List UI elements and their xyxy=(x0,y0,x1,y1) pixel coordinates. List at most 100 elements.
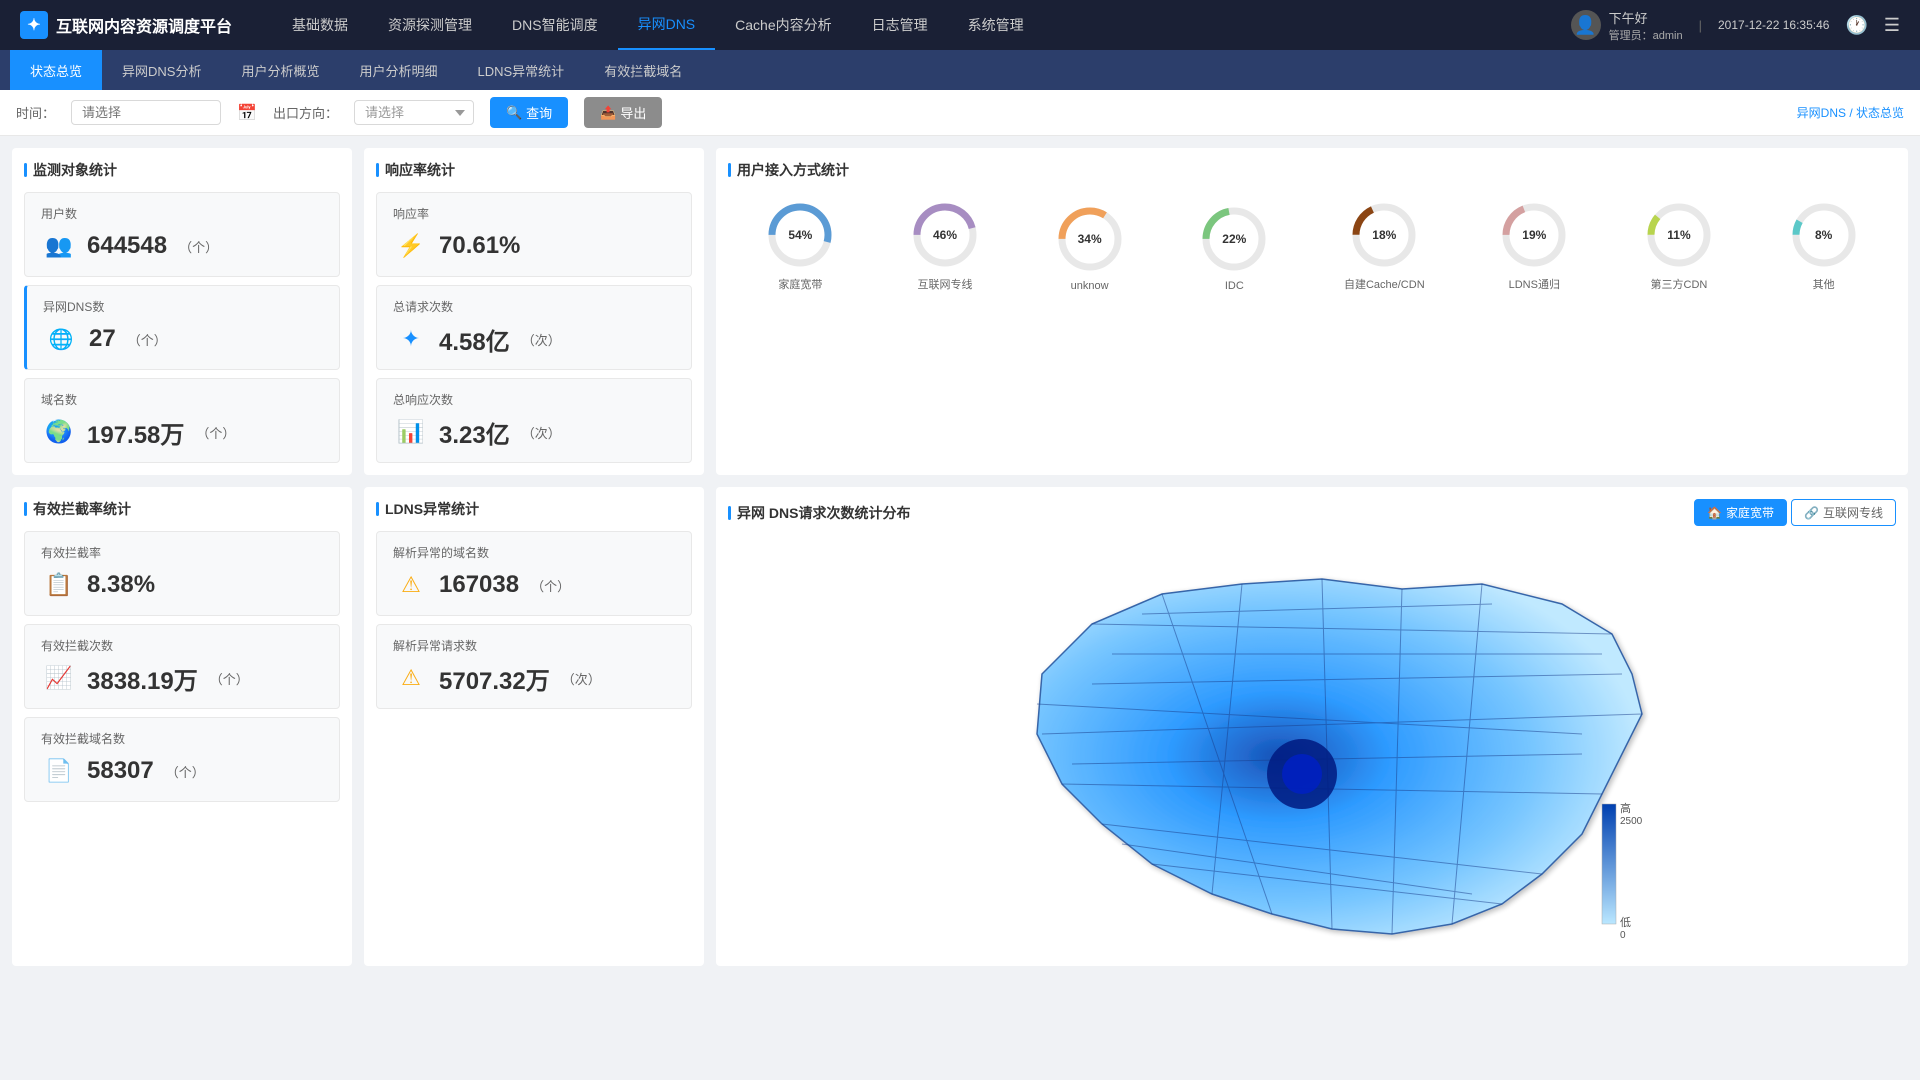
sub-navigation: 状态总览 异网DNS分析 用户分析概览 用户分析明细 LDNS异常统计 有效拦截… xyxy=(0,50,1920,90)
map-header: 异网 DNS请求次数统计分布 🏠 家庭宽带 🔗 互联网专线 xyxy=(728,499,1896,526)
stat-label-response-rate: 响应率 xyxy=(393,205,675,222)
donut-chart-7: 8% xyxy=(1789,200,1859,270)
donut-label-6: 第三方CDN xyxy=(1651,276,1708,292)
map-title: 异网 DNS请求次数统计分布 xyxy=(728,503,910,523)
donut-label-7: 其他 xyxy=(1813,276,1835,292)
stat-label-total-resp: 总响应次数 xyxy=(393,391,675,408)
block-panel: 有效拦截率统计 有效拦截率 📋 8.38% 有效拦截次数 📈 3838.19万 … xyxy=(12,487,352,966)
stat-value-total-req: 4.58亿 xyxy=(439,322,510,357)
direction-label: 出口方向： xyxy=(273,103,338,122)
donut-item-4: 18% 自建Cache/CDN xyxy=(1344,200,1425,292)
stat-card-domain: 域名数 🌍 197.58万 （个） xyxy=(24,378,340,463)
stat-value-total-resp: 3.23亿 xyxy=(439,415,510,450)
nav-item-resource[interactable]: 资源探测管理 xyxy=(368,0,492,50)
legend-high-label: 高 xyxy=(1620,801,1631,815)
legend-high-val: 2500 xyxy=(1620,816,1643,827)
stat-unit-ldns-req: （次） xyxy=(562,669,601,688)
toggle-internet-btn[interactable]: 🔗 互联网专线 xyxy=(1791,499,1896,526)
block-panel-title: 有效拦截率统计 xyxy=(24,499,340,519)
export-button[interactable]: 📤 导出 xyxy=(584,97,662,128)
donut-item-0: 54% 家庭宽带 xyxy=(765,200,835,292)
internet-icon: 🔗 xyxy=(1804,506,1819,520)
donut-percent-6: 11% xyxy=(1667,228,1690,242)
legend-low-label: 低 xyxy=(1620,916,1631,929)
user-info: 👤 下午好 管理员：admin xyxy=(1571,8,1683,43)
donut-label-1: 互联网专线 xyxy=(917,276,972,292)
stat-value-row-ldns-domain: ⚠ 167038 （个） xyxy=(393,567,675,603)
total-req-icon: ✦ xyxy=(393,321,429,357)
nav-item-basic[interactable]: 基础数据 xyxy=(272,0,368,50)
nav-right-section: 👤 下午好 管理员：admin | 2017-12-22 16:35:46 🕐 … xyxy=(1571,8,1900,43)
stat-value-block-count: 3838.19万 xyxy=(87,661,198,696)
stat-value-dns: 27 xyxy=(89,325,116,353)
nav-item-alien-dns[interactable]: 异网DNS xyxy=(618,0,716,50)
legend-low-val: 0 xyxy=(1620,930,1626,941)
subnav-status[interactable]: 状态总览 xyxy=(10,50,102,90)
map-hotspot-inner xyxy=(1282,754,1322,794)
nav-item-system[interactable]: 系统管理 xyxy=(948,0,1044,50)
donut-chart-6: 11% xyxy=(1644,200,1714,270)
stat-value-row-dns: 🌐 27 （个） xyxy=(43,321,323,357)
stat-card-total-req: 总请求次数 ✦ 4.58亿 （次） xyxy=(376,285,692,370)
app-title: 互联网内容资源调度平台 xyxy=(56,13,232,37)
nav-item-log[interactable]: 日志管理 xyxy=(852,0,948,50)
donut-label-3: IDC xyxy=(1225,280,1244,292)
block-domain-icon: 📄 xyxy=(41,753,77,789)
donut-row: 54% 家庭宽带 46% 互联网专线 34% unknow xyxy=(728,192,1896,300)
nav-item-dns-smart[interactable]: DNS智能调度 xyxy=(492,0,618,50)
toggle-home-btn[interactable]: 🏠 家庭宽带 xyxy=(1694,499,1787,526)
donut-percent-4: 18% xyxy=(1372,228,1396,242)
stat-value-response-rate: 70.61% xyxy=(439,232,520,260)
stat-unit-users: （个） xyxy=(179,237,218,256)
time-input[interactable] xyxy=(71,100,221,125)
stat-value-users: 644548 xyxy=(87,232,167,260)
clock-icon[interactable]: 🕐 xyxy=(1845,15,1867,36)
stat-label-block-count: 有效拦截次数 xyxy=(41,637,323,654)
top-navigation: ✦ 互联网内容资源调度平台 基础数据 资源探测管理 DNS智能调度 异网DNS … xyxy=(0,0,1920,50)
nav-item-cache[interactable]: Cache内容分析 xyxy=(715,0,851,50)
subnav-dns-analysis[interactable]: 异网DNS分析 xyxy=(102,50,221,90)
stat-value-block-rate: 8.38% xyxy=(87,571,155,599)
query-button[interactable]: 🔍 查询 xyxy=(490,97,568,128)
map-toggle: 🏠 家庭宽带 🔗 互联网专线 xyxy=(1694,499,1896,526)
stat-value-row-total-resp: 📊 3.23亿 （次） xyxy=(393,414,675,450)
stat-label-ldns-domain: 解析异常的域名数 xyxy=(393,544,675,561)
donut-item-5: 19% LDNS通归 xyxy=(1499,200,1569,292)
avatar: 👤 xyxy=(1571,10,1601,40)
subnav-user-overview[interactable]: 用户分析概览 xyxy=(221,50,339,90)
export-icon: 📤 xyxy=(600,105,616,121)
subnav-block-domain[interactable]: 有效拦截域名 xyxy=(584,50,702,90)
stat-unit-dns: （个） xyxy=(128,330,167,349)
stat-card-dns: 异网DNS数 🌐 27 （个） xyxy=(24,285,340,370)
donut-item-6: 11% 第三方CDN xyxy=(1644,200,1714,292)
stat-unit-domain: （个） xyxy=(196,423,235,442)
stat-value-domain: 197.58万 xyxy=(87,415,184,450)
user-greeting: 下午好 xyxy=(1609,8,1683,27)
donut-label-0: 家庭宽带 xyxy=(778,276,822,292)
donut-chart-0: 54% xyxy=(765,200,835,270)
ldns-req-icon: ⚠ xyxy=(393,660,429,696)
home-icon: 🏠 xyxy=(1707,506,1722,520)
subnav-ldns[interactable]: LDNS异常统计 xyxy=(458,50,585,90)
donut-chart-2: 34% xyxy=(1055,204,1125,274)
subnav-user-detail[interactable]: 用户分析明细 xyxy=(339,50,457,90)
stat-value-row-block-domain: 📄 58307 （个） xyxy=(41,753,323,789)
time-label: 时间： xyxy=(16,103,55,122)
calendar-icon[interactable]: 📅 xyxy=(237,103,257,123)
donut-chart-3: 22% xyxy=(1199,204,1269,274)
donut-chart-5: 19% xyxy=(1499,200,1569,270)
direction-select[interactable]: 请选择 xyxy=(354,100,474,125)
stat-value-ldns-domain: 167038 xyxy=(439,571,519,599)
main-content: 监测对象统计 用户数 👥 644548 （个） 异网DNS数 🌐 27 （个） … xyxy=(0,136,1920,978)
stat-value-row-response-rate: ⚡ 70.61% xyxy=(393,228,675,264)
dns-icon: 🌐 xyxy=(43,321,79,357)
map-svg: 高 2500 低 0 xyxy=(728,534,1896,954)
stat-unit-block-domain: （个） xyxy=(166,762,205,781)
stat-label-block-rate: 有效拦截率 xyxy=(41,544,323,561)
menu-icon[interactable]: ☰ xyxy=(1884,15,1900,36)
stat-unit-block-count: （个） xyxy=(210,669,249,688)
stat-value-row-block-count: 📈 3838.19万 （个） xyxy=(41,660,323,696)
response-rate-icon: ⚡ xyxy=(393,228,429,264)
map-container: 高 2500 低 0 xyxy=(728,534,1896,954)
stat-card-users: 用户数 👥 644548 （个） xyxy=(24,192,340,277)
